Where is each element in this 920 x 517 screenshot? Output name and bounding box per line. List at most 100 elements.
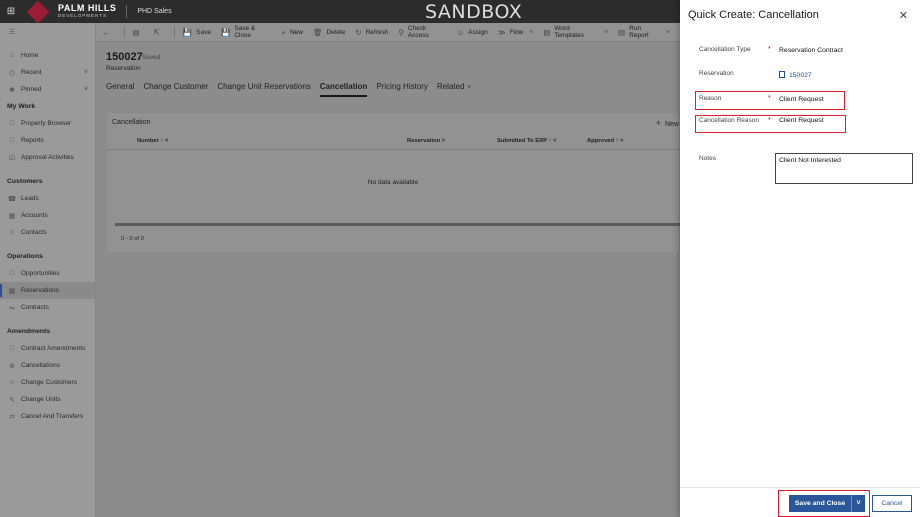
back-button[interactable]: ←	[102, 28, 114, 37]
sidebar-item-label: Accounts	[21, 212, 48, 219]
check-access-label: Check Access	[407, 25, 429, 39]
cancellation-type-label: Cancellation Type	[699, 46, 751, 53]
check-access-button[interactable]: ⚲ Check Access	[398, 25, 446, 39]
assign-button[interactable]: ☺ Assign	[457, 28, 488, 37]
sidebar-item-label: Pinned	[21, 86, 42, 93]
save-close-button[interactable]: 💾 Save & Close	[221, 25, 272, 39]
app-name[interactable]: PHD Sales	[137, 8, 171, 15]
tab-related[interactable]: Related ˅	[437, 82, 471, 97]
edit-icon: ✎	[9, 396, 15, 404]
cancel-button[interactable]: Cancel	[872, 495, 912, 512]
save-and-close-label: Save and Close	[789, 495, 852, 512]
form-icon: ▤	[132, 27, 140, 37]
sidebar-item-leads[interactable]: ☎ Leads	[0, 190, 95, 207]
brand-logo: PALM HILLS DEVELOPMENTS	[26, 0, 116, 23]
hamburger-icon: ☰	[8, 28, 16, 36]
sidebar-menu-toggle[interactable]: ☰	[0, 23, 95, 40]
tab-change-unit-reservations[interactable]: Change Unit Reservations	[217, 82, 310, 97]
sidebar-section-my-work: My Work	[7, 103, 36, 110]
subgrid-new-button[interactable]: + New	[656, 118, 679, 128]
word-icon: ▤	[543, 27, 551, 37]
save-close-label: Save & Close	[234, 25, 256, 39]
chevron-down-icon: ˅	[529, 28, 534, 36]
cancellation-reason-field[interactable]: Client Request	[779, 117, 824, 124]
sidebar-item-label: Cancel And Transfers	[21, 413, 84, 420]
reason-field[interactable]: Client Request	[779, 96, 824, 103]
logo-diamond-icon	[26, 0, 50, 23]
column-header-reservation[interactable]: Reservation ˅	[407, 138, 445, 144]
sidebar-item-label: Reports	[21, 137, 44, 144]
cancellation-type-field[interactable]: Reservation Contract	[779, 47, 843, 54]
save-button[interactable]: 💾 Save	[183, 28, 211, 37]
sidebar-item-opportunities[interactable]: □ Opportunities	[0, 265, 95, 282]
chevron-down-icon[interactable]: ˅	[84, 69, 88, 76]
chevron-down-icon: ˅	[604, 28, 609, 36]
sidebar-item-contacts[interactable]: ☺ Contacts	[0, 224, 95, 241]
phone-icon: ☎	[7, 195, 17, 203]
new-button[interactable]: + New	[282, 28, 303, 37]
open-new-window-button[interactable]: ⇱	[154, 28, 164, 37]
sidebar-item-label: Opportunities	[21, 270, 60, 277]
sidebar-item-contracts[interactable]: ⇋ Contracts	[0, 299, 95, 316]
sidebar-item-approval-activities[interactable]: ☑ Approval Activities	[0, 149, 95, 166]
column-header-approved[interactable]: Approved ↑ ˅	[587, 138, 624, 144]
required-marker: *	[768, 117, 771, 124]
sidebar-item-contract-amendments[interactable]: □ Contract Amendments	[0, 340, 95, 357]
sidebar-item-accounts[interactable]: ▦ Accounts	[0, 207, 95, 224]
topbar-divider	[126, 5, 128, 18]
close-icon[interactable]: ✕	[899, 9, 908, 22]
app-launcher-icon[interactable]: ⊞	[0, 0, 22, 23]
run-report-button[interactable]: ▤ Run Report ˅	[618, 25, 670, 39]
tab-change-customer[interactable]: Change Customer	[143, 82, 208, 97]
column-header-submitted-to-erp[interactable]: Submitted To ERP ↑ ˅	[497, 138, 557, 144]
notes-textarea[interactable]: Client Not Interested	[775, 153, 913, 184]
clock-icon: ◷	[8, 69, 16, 77]
sidebar-item-pinned[interactable]: ✱ Pinned ˅	[0, 81, 95, 98]
required-marker: *	[768, 95, 771, 102]
sidebar-item-label: Contract Amendments	[21, 345, 86, 352]
delete-label: Delete	[326, 28, 346, 36]
subgrid-new-label: New	[664, 121, 679, 128]
building-icon: ▦	[8, 212, 16, 220]
command-separator	[173, 26, 175, 38]
assign-label: Assign	[468, 28, 488, 36]
checkmark-icon: ☑	[8, 154, 16, 162]
person-icon: ☺	[456, 27, 465, 37]
word-templates-button[interactable]: ▤ Word Templates ˅	[543, 25, 608, 39]
word-templates-label: Word Templates	[554, 25, 584, 39]
sidebar-item-recent[interactable]: ◷ Recent ˅	[0, 64, 95, 81]
save-close-icon: 💾	[220, 27, 231, 37]
sidebar-item-cancellations[interactable]: ⊗ Cancellations	[0, 357, 95, 374]
sidebar-item-reservations[interactable]: ▦ Reservations	[0, 282, 95, 299]
person-swap-icon: ☺	[8, 379, 16, 386]
tab-pricing-history[interactable]: Pricing History	[376, 82, 428, 97]
horizontal-scrollbar[interactable]	[115, 223, 681, 226]
reservation-label: Reservation	[699, 70, 734, 77]
sidebar-item-property-browser[interactable]: □ Property Browser	[0, 115, 95, 132]
column-header-number[interactable]: Number ↑ ˅	[137, 138, 168, 144]
cancellation-subgrid: Cancellation + New Number ↑ ˅ Reservation…	[106, 112, 681, 254]
refresh-button[interactable]: ↻ Refresh	[355, 28, 388, 37]
sidebar-item-home[interactable]: ⌂ Home	[0, 47, 95, 64]
key-icon: ⚲	[398, 27, 404, 37]
sidebar-item-label: Change Units	[21, 396, 61, 403]
tab-general[interactable]: General	[106, 82, 134, 97]
chevron-down-icon[interactable]: ˅	[852, 500, 865, 507]
form-selector-button[interactable]: ▤	[132, 28, 143, 37]
calendar-icon: ▦	[8, 287, 16, 295]
flow-button[interactable]: ≫ Flow ˅	[498, 28, 533, 37]
chevron-down-icon[interactable]: ˅	[84, 86, 88, 93]
form-tabs: General Change Customer Change Unit Rese…	[106, 82, 480, 97]
save-and-close-button[interactable]: Save and Close ˅	[789, 495, 865, 512]
reason-label: Reason	[699, 95, 722, 102]
reservation-link[interactable]: 150027	[789, 72, 812, 79]
subgrid-title: Cancellation	[112, 119, 151, 126]
delete-button[interactable]: 🗑 Delete	[313, 28, 345, 37]
sidebar-item-change-customers[interactable]: ☺ Change Customers	[0, 374, 95, 391]
sidebar-item-change-units[interactable]: ✎ Change Units	[0, 391, 95, 408]
reservation-lookup[interactable]: 150027	[779, 71, 812, 79]
sidebar-item-reports[interactable]: □ Reports	[0, 132, 95, 149]
tab-cancellation[interactable]: Cancellation	[319, 82, 368, 97]
sidebar-item-cancel-and-transfers[interactable]: ⇄ Cancel And Transfers	[0, 408, 95, 425]
sidebar-item-label: Recent	[21, 69, 42, 76]
